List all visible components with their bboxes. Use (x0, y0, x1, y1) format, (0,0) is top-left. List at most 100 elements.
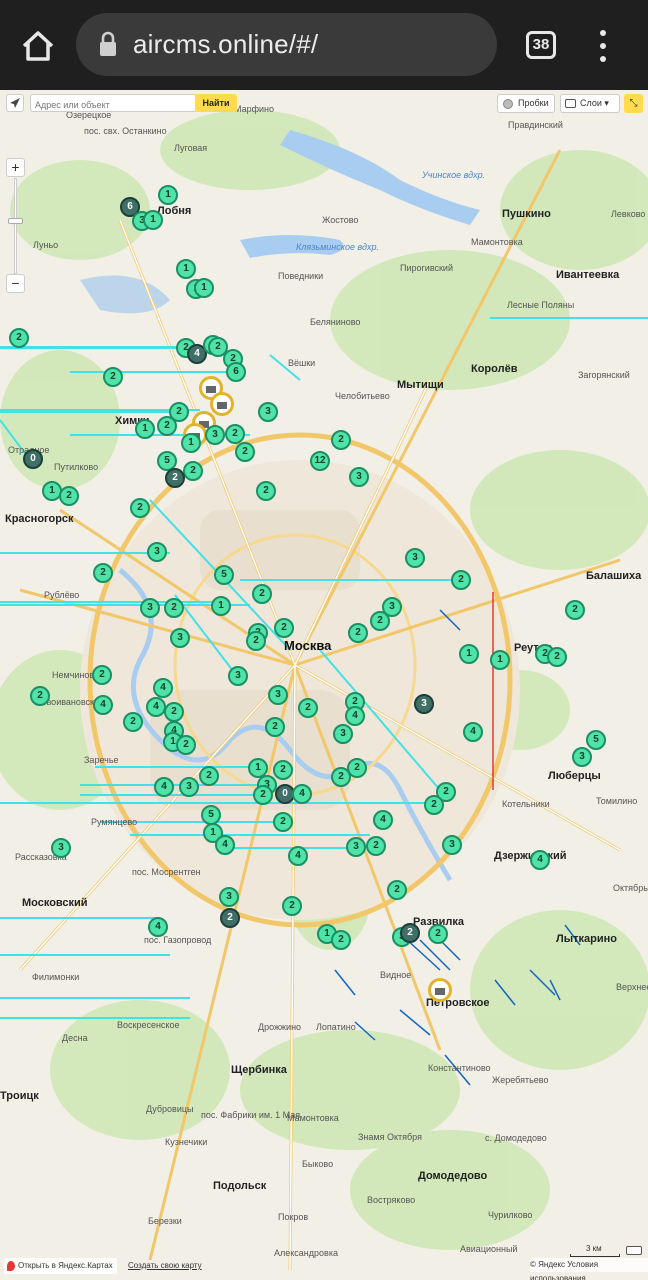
sensor-marker[interactable]: 0 (23, 449, 43, 469)
sensor-marker[interactable]: 2 (183, 461, 203, 481)
home-icon[interactable] (18, 26, 58, 66)
sensor-marker[interactable]: 1 (158, 185, 178, 205)
overflow-menu-icon[interactable] (596, 30, 610, 62)
sensor-marker[interactable]: 12 (310, 451, 330, 471)
sensor-marker[interactable]: 3 (179, 777, 199, 797)
sensor-marker[interactable]: 2 (282, 896, 302, 916)
sensor-marker[interactable]: 2 (273, 760, 293, 780)
sensor-marker[interactable]: 2 (274, 618, 294, 638)
sensor-marker[interactable]: 3 (405, 548, 425, 568)
search-input[interactable] (31, 97, 196, 113)
sensor-marker[interactable]: 2 (331, 930, 351, 950)
sensor-marker[interactable]: 2 (164, 598, 184, 618)
sensor-marker[interactable]: 3 (333, 724, 353, 744)
sensor-marker[interactable]: 5 (586, 730, 606, 750)
sensor-marker[interactable]: 4 (153, 678, 173, 698)
address-search[interactable] (30, 94, 196, 113)
zoom-slider-track[interactable] (14, 178, 17, 274)
sensor-marker[interactable]: 4 (215, 835, 235, 855)
sensor-marker[interactable]: 2 (451, 570, 471, 590)
sensor-marker[interactable]: 2 (565, 600, 585, 620)
sensor-marker[interactable]: 2 (164, 702, 184, 722)
sensor-marker[interactable]: 2 (165, 468, 185, 488)
sensor-marker[interactable]: 2 (400, 923, 420, 943)
sensor-marker[interactable]: 2 (348, 623, 368, 643)
sensor-marker[interactable]: 2 (387, 880, 407, 900)
sensor-marker[interactable]: 2 (157, 416, 177, 436)
ruler-icon[interactable] (626, 1246, 642, 1255)
sensor-marker[interactable]: 3 (219, 887, 239, 907)
sensor-marker[interactable]: 2 (331, 430, 351, 450)
sensor-marker[interactable]: 2 (225, 424, 245, 444)
sensor-marker[interactable]: 2 (253, 785, 273, 805)
sensor-marker[interactable]: 1 (176, 259, 196, 279)
sensor-marker[interactable]: 4 (93, 695, 113, 715)
fullscreen-icon[interactable]: ⤡ (624, 94, 643, 113)
sensor-marker[interactable]: 4 (146, 697, 166, 717)
sensor-marker[interactable]: 4 (530, 850, 550, 870)
geolocation-button[interactable] (6, 94, 24, 112)
sensor-marker[interactable]: 2 (123, 712, 143, 732)
tab-switcher-button[interactable]: 38 (526, 31, 556, 59)
map-view[interactable]: Москва Лобня Химки Красногорск Мытищи Ко… (0, 90, 648, 1280)
layers-button[interactable]: Слои ▾ (560, 94, 620, 113)
sensor-marker[interactable]: 3 (51, 838, 71, 858)
sensor-marker[interactable]: 2 (30, 686, 50, 706)
sensor-marker[interactable]: 6 (226, 362, 246, 382)
sensor-marker[interactable]: 2 (235, 442, 255, 462)
sensor-marker[interactable]: 1 (181, 433, 201, 453)
sensor-marker[interactable]: 4 (345, 706, 365, 726)
sensor-marker[interactable]: 3 (382, 597, 402, 617)
sensor-marker[interactable]: 2 (256, 481, 276, 501)
sensor-marker[interactable]: 2 (331, 767, 351, 787)
sensor-marker[interactable]: 2 (220, 908, 240, 928)
search-button[interactable]: Найти (195, 94, 237, 112)
sensor-marker[interactable]: 4 (148, 917, 168, 937)
sensor-marker[interactable]: 2 (208, 337, 228, 357)
sensor-marker[interactable]: 2 (130, 498, 150, 518)
sensor-marker[interactable]: 3 (349, 467, 369, 487)
sensor-marker[interactable]: 2 (547, 647, 567, 667)
sensor-marker[interactable]: 3 (268, 685, 288, 705)
traffic-button[interactable]: Пробки (497, 94, 555, 113)
zoom-slider-thumb[interactable] (8, 218, 23, 224)
sensor-marker[interactable]: 4 (288, 846, 308, 866)
open-in-yandex-link[interactable]: Открыть в Яндекс.Картах (4, 1258, 117, 1274)
sensor-marker[interactable]: 3 (205, 425, 225, 445)
sensor-marker[interactable]: 1 (135, 419, 155, 439)
sensor-marker[interactable]: 4 (154, 777, 174, 797)
sensor-marker[interactable]: 3 (572, 747, 592, 767)
sensor-marker[interactable]: 2 (93, 563, 113, 583)
sensor-marker[interactable]: 2 (428, 924, 448, 944)
sensor-marker[interactable]: 2 (176, 735, 196, 755)
sensor-marker[interactable]: 2 (59, 486, 79, 506)
sensor-marker[interactable]: 4 (373, 810, 393, 830)
sensor-marker[interactable]: 3 (228, 666, 248, 686)
sensor-marker[interactable]: 5 (201, 805, 221, 825)
sensor-marker[interactable]: 3 (147, 542, 167, 562)
sensor-marker[interactable]: 3 (140, 598, 160, 618)
sensor-marker[interactable]: 3 (414, 694, 434, 714)
sensor-marker[interactable]: 1 (143, 210, 163, 230)
sensor-marker[interactable]: 1 (490, 650, 510, 670)
sensor-marker[interactable]: 2 (103, 367, 123, 387)
sensor-marker[interactable]: 4 (292, 784, 312, 804)
sensor-marker[interactable]: 2 (9, 328, 29, 348)
sensor-marker[interactable]: 2 (246, 631, 266, 651)
sensor-marker[interactable]: 4 (463, 722, 483, 742)
sensor-marker[interactable]: 3 (442, 835, 462, 855)
zoom-out-button[interactable]: − (6, 274, 25, 293)
sensor-marker[interactable]: 2 (92, 665, 112, 685)
sensor-marker[interactable]: 2 (298, 698, 318, 718)
sensor-marker[interactable]: 1 (459, 644, 479, 664)
sensor-marker[interactable]: 3 (258, 402, 278, 422)
sensor-marker[interactable]: 5 (214, 565, 234, 585)
sensor-marker[interactable]: 3 (170, 628, 190, 648)
sensor-marker[interactable]: 2 (424, 795, 444, 815)
address-bar[interactable]: aircms.online/#/ (76, 13, 497, 76)
sensor-marker[interactable]: 2 (199, 766, 219, 786)
sensor-marker[interactable]: 1 (194, 278, 214, 298)
sensor-marker[interactable]: 2 (366, 836, 386, 856)
create-map-link[interactable]: Создать свою карту (128, 1258, 202, 1274)
sensor-marker[interactable]: 2 (265, 717, 285, 737)
